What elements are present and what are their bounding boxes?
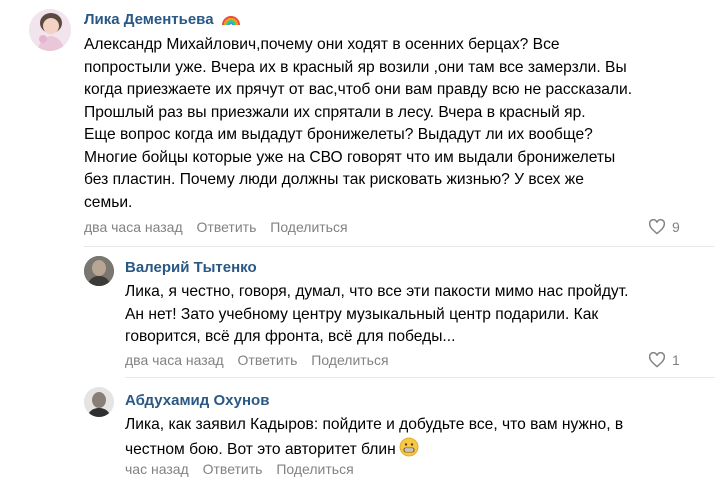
heart-icon — [648, 219, 666, 235]
comment-time[interactable]: два часа назад — [84, 219, 183, 235]
avatar[interactable] — [84, 387, 114, 417]
like-count: 9 — [672, 219, 680, 235]
comment-text: Лика, как заявил Кадыров: пойдите и добу… — [125, 414, 715, 464]
heart-icon — [648, 352, 666, 368]
avatar-image — [84, 256, 114, 286]
comment-author[interactable]: Абдухамид Охунов — [125, 392, 269, 409]
like-count: 1 — [672, 352, 680, 368]
share-button[interactable]: Поделиться — [311, 352, 388, 368]
comment-meta: два часа назад Ответить Поделиться — [84, 219, 358, 235]
comment-author[interactable]: Лика Дементьева — [84, 11, 240, 30]
like-button[interactable]: 9 — [648, 219, 680, 235]
author-name[interactable]: Лика Дементьева — [84, 11, 214, 28]
divider — [84, 246, 714, 247]
divider — [125, 377, 715, 378]
like-button[interactable]: 1 — [648, 352, 680, 368]
avatar-image — [84, 387, 114, 417]
comment-author[interactable]: Валерий Тытенко — [125, 259, 257, 276]
comment-text: Лика, я честно, говоря, думал, что все э… — [125, 283, 629, 345]
comment-text-content: Лика, как заявил Кадыров: пойдите и добу… — [125, 416, 624, 458]
comment-meta: час назад Ответить Поделиться — [125, 461, 364, 477]
comment-text: Александр Михайлович,почему они ходят в … — [84, 36, 633, 211]
reply-button[interactable]: Ответить — [238, 352, 298, 368]
reply-button[interactable]: Ответить — [197, 219, 257, 235]
comment-time[interactable]: час назад — [125, 461, 189, 477]
avatar[interactable] — [29, 9, 71, 51]
share-button[interactable]: Поделиться — [276, 461, 353, 477]
reply-button[interactable]: Ответить — [203, 461, 263, 477]
avatar[interactable] — [84, 256, 114, 286]
comment-meta: два часа назад Ответить Поделиться — [125, 352, 399, 368]
share-button[interactable]: Поделиться — [270, 219, 347, 235]
rainbow-emoji-icon — [221, 12, 240, 30]
avatar-image — [29, 9, 71, 51]
comment-time[interactable]: два часа назад — [125, 352, 224, 368]
grimacing-face-emoji-icon — [399, 437, 419, 465]
